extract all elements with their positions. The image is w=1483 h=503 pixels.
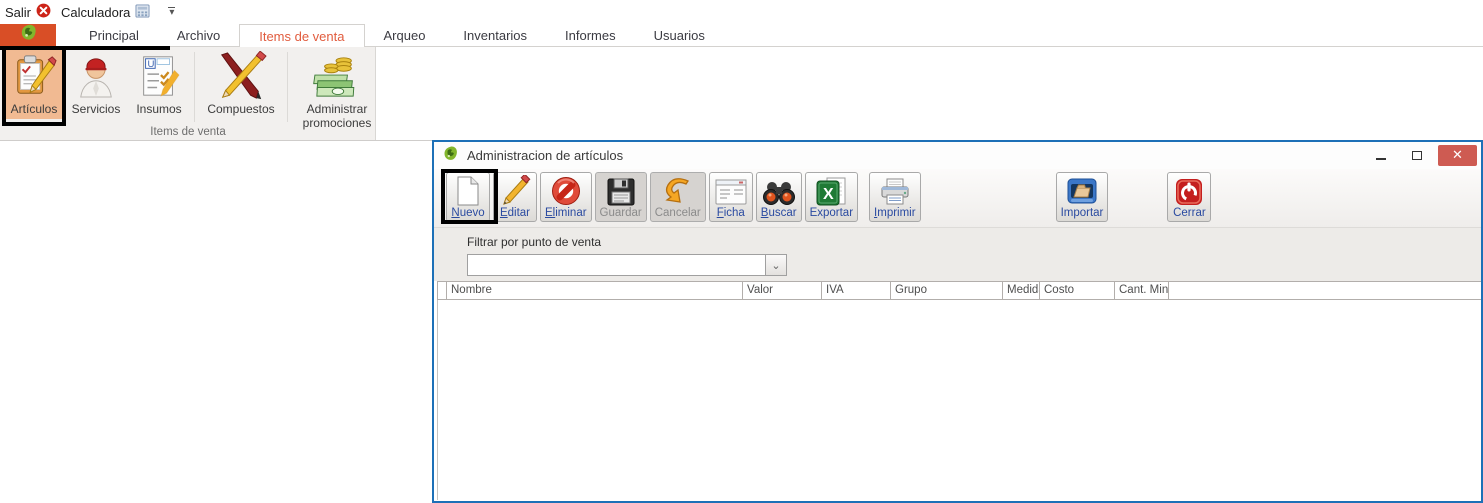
insumos-button[interactable]: U Insumos: [130, 50, 188, 119]
checklist-icon: U: [136, 50, 182, 102]
app-logo-icon: [19, 23, 38, 47]
close-window-button[interactable]: ✕: [1438, 145, 1477, 166]
eliminar-button[interactable]: Eliminar: [540, 172, 592, 222]
pos-filter-combobox[interactable]: ⌄: [467, 254, 787, 276]
salir-button[interactable]: Salir: [3, 2, 53, 22]
column-header-iva[interactable]: IVA: [822, 282, 891, 299]
binoculars-icon: [762, 176, 796, 207]
guardar-label: Guardar: [600, 207, 642, 220]
window-title: Administracion de artículos: [467, 148, 623, 163]
ficha-label: Ficha: [717, 207, 745, 220]
window-logo-icon: [442, 145, 459, 167]
excel-icon: X: [815, 176, 847, 207]
column-header-costo[interactable]: Costo: [1040, 282, 1115, 299]
combobox-dropdown-button[interactable]: ⌄: [765, 255, 786, 275]
compuestos-label: Compuestos: [207, 102, 274, 116]
close-icon: ✕: [1452, 147, 1463, 163]
form-window-icon: [714, 176, 748, 207]
exportar-label: Exportar: [810, 207, 853, 220]
column-header-cant-minima[interactable]: Cant. Minima: [1115, 282, 1169, 299]
ribbon-group-label: Items de venta: [0, 126, 376, 138]
floppy-disk-icon: [605, 176, 637, 207]
editar-label: Editar: [500, 207, 530, 220]
window-titlebar[interactable]: Administracion de artículos ✕: [434, 142, 1481, 169]
customize-toolbar-dropdown[interactable]: ▾: [168, 7, 175, 17]
app-menu-button[interactable]: [0, 24, 56, 46]
crossed-pencils-icon: [214, 50, 268, 102]
servicios-label: Servicios: [72, 102, 121, 116]
quick-access-toolbar: Salir Calculadora ▾: [0, 0, 1483, 24]
cerrar-button[interactable]: Cerrar: [1167, 172, 1211, 222]
articles-table: Nombre Valor IVA Grupo Medida Costo Cant…: [434, 281, 1481, 500]
table-header-row: Nombre Valor IVA Grupo Medida Costo Cant…: [437, 281, 1481, 300]
minimize-button[interactable]: [1366, 145, 1396, 166]
cancelar-label: Cancelar: [655, 207, 701, 220]
tab-items-de-venta[interactable]: Items de venta: [239, 24, 364, 47]
buscar-label: Buscar: [761, 207, 797, 220]
cancelar-button[interactable]: Cancelar: [650, 172, 706, 222]
person-cap-icon: [75, 50, 117, 102]
money-stack-icon: [312, 50, 362, 102]
edit-pencil-icon: [499, 175, 531, 207]
column-header-medida[interactable]: Medida: [1003, 282, 1040, 299]
filter-label: Filtrar por punto de venta: [467, 235, 1481, 249]
servicios-button[interactable]: Servicios: [70, 50, 122, 119]
tab-usuarios[interactable]: Usuarios: [635, 24, 724, 46]
svg-text:U: U: [148, 59, 155, 70]
tab-arqueo[interactable]: Arqueo: [365, 24, 445, 46]
application-root: Salir Calculadora ▾ Principal Archivo It…: [0, 0, 1483, 503]
salir-label: Salir: [5, 5, 31, 20]
tab-inventarios[interactable]: Inventarios: [444, 24, 546, 46]
column-header-selector[interactable]: [437, 282, 447, 299]
calculadora-label: Calculadora: [61, 5, 130, 20]
import-box-icon: [1065, 175, 1099, 207]
ribbon-bottom-border: [0, 140, 432, 141]
cerrar-label: Cerrar: [1173, 207, 1206, 220]
calculadora-button[interactable]: Calculadora: [59, 3, 152, 22]
column-header-valor[interactable]: Valor: [743, 282, 822, 299]
buscar-button[interactable]: Buscar: [756, 172, 802, 222]
annotation-highlight-articulos: [2, 46, 66, 126]
administrar-promociones-button[interactable]: Administrar promociones: [294, 50, 380, 133]
no-entry-icon: [550, 175, 582, 207]
tab-archivo[interactable]: Archivo: [158, 24, 239, 46]
chevron-down-icon: ▾: [169, 7, 174, 18]
filter-panel: Filtrar por punto de venta ⌄: [434, 227, 1481, 281]
importar-button[interactable]: Importar: [1056, 172, 1109, 222]
tab-principal[interactable]: Principal: [70, 24, 158, 46]
calculator-icon: [135, 4, 150, 21]
table-body-empty[interactable]: [437, 300, 1481, 500]
ribbon-separator: [287, 52, 288, 122]
ribbon-separator: [194, 52, 195, 122]
compuestos-button[interactable]: Compuestos: [201, 50, 281, 119]
exit-icon: [36, 3, 51, 21]
guardar-button[interactable]: Guardar: [595, 172, 647, 222]
importar-label: Importar: [1061, 207, 1104, 220]
maximize-button[interactable]: [1402, 145, 1432, 166]
imprimir-label: Imprimir: [874, 207, 916, 220]
insumos-label: Insumos: [136, 102, 181, 116]
column-header-grupo[interactable]: Grupo: [891, 282, 1003, 299]
svg-text:X: X: [823, 186, 834, 203]
tab-informes[interactable]: Informes: [546, 24, 635, 46]
ficha-button[interactable]: Ficha: [709, 172, 753, 222]
maximize-icon: [1412, 151, 1422, 160]
power-icon: [1174, 176, 1204, 207]
eliminar-label: Eliminar: [545, 207, 587, 220]
column-header-nombre[interactable]: Nombre: [447, 282, 743, 299]
undo-arrow-icon: [661, 175, 695, 207]
exportar-button[interactable]: X Exportar: [805, 172, 858, 222]
ribbon-tab-row: Principal Archivo Items de venta Arqueo …: [0, 24, 1483, 47]
annotation-highlight-nuevo: [441, 169, 498, 224]
minimize-icon: [1376, 158, 1386, 161]
imprimir-button[interactable]: Imprimir: [869, 172, 921, 222]
printer-icon: [879, 176, 911, 207]
window-toolbar: Nuevo Editar Eliminar Guardar: [434, 169, 1481, 227]
editar-button[interactable]: Editar: [493, 172, 537, 222]
chevron-down-icon: ⌄: [771, 259, 780, 272]
ribbon-tabs: Principal Archivo Items de venta Arqueo …: [70, 24, 724, 46]
administracion-articulos-window: Administracion de artículos ✕ Nuevo Edit…: [432, 140, 1483, 503]
